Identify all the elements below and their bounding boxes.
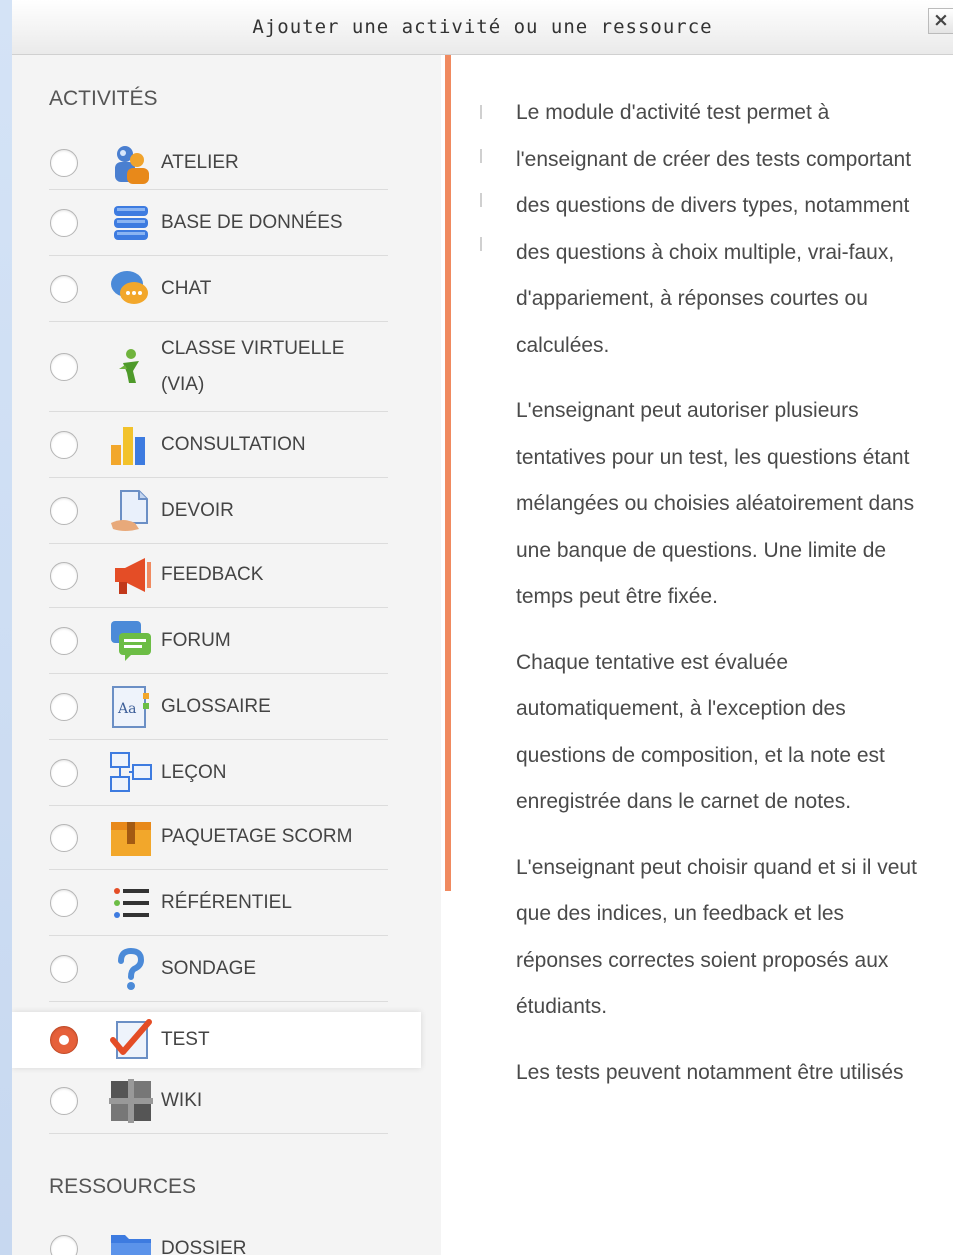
- add-activity-dialog: Ajouter une activité ou une ressource × …: [12, 0, 953, 1255]
- option-referentiel[interactable]: RÉFÉRENTIEL: [12, 870, 421, 936]
- activities-header: ACTIVITÉS: [49, 87, 158, 110]
- option-dossier[interactable]: DOSSIER: [12, 1219, 421, 1255]
- option-atelier[interactable]: ATELIER: [12, 137, 421, 190]
- option-feedback[interactable]: FEEDBACK: [12, 544, 421, 608]
- help-paragraph: L'enseignant peut autoriser plusieurs te…: [516, 399, 915, 608]
- radio-atelier[interactable]: [50, 149, 78, 177]
- help-paragraph: Le module d'activité test permet à l'ens…: [516, 101, 912, 357]
- help-panel: Le module d'activité test permet à l'ens…: [516, 90, 926, 1115]
- bar-chart-icon: [109, 423, 153, 467]
- option-forum[interactable]: FORUM: [12, 608, 421, 674]
- label-base-de-donnees: BASE DE DONNÉES: [161, 212, 343, 233]
- radio-base-de-donnees[interactable]: [50, 209, 78, 237]
- radio-feedback[interactable]: [50, 562, 78, 590]
- option-wiki[interactable]: WIKI: [12, 1068, 421, 1134]
- radio-forum[interactable]: [50, 627, 78, 655]
- label-test: TEST: [161, 1029, 210, 1050]
- question-icon: [109, 947, 153, 991]
- radio-referentiel[interactable]: [50, 889, 78, 917]
- workshop-icon: [109, 142, 153, 186]
- forum-icon: [109, 619, 153, 663]
- dialog-title: Ajouter une activité ou une ressource: [252, 16, 713, 38]
- label-chat: CHAT: [161, 278, 212, 299]
- resources-header: RESSOURCES: [49, 1175, 197, 1198]
- assignment-icon: [109, 489, 153, 533]
- radio-wiki[interactable]: [50, 1087, 78, 1115]
- option-test[interactable]: TEST: [12, 1012, 421, 1068]
- divider: [49, 1133, 388, 1134]
- virtual-class-icon: [109, 345, 153, 389]
- help-paragraph: Chaque tentative est évaluée automatique…: [516, 650, 885, 814]
- option-chat[interactable]: CHAT: [12, 256, 421, 322]
- options-panel[interactable]: ACTIVITÉS ATELIER BASE DE DONNÉES CHAT C…: [12, 55, 441, 1255]
- megaphone-icon: [109, 554, 153, 598]
- decorative-marks: [480, 105, 484, 281]
- radio-sondage[interactable]: [50, 955, 78, 983]
- radio-glossaire[interactable]: [50, 693, 78, 721]
- option-base-de-donnees[interactable]: BASE DE DONNÉES: [12, 190, 421, 256]
- option-sondage[interactable]: SONDAGE: [12, 936, 421, 1002]
- radio-devoir[interactable]: [50, 497, 78, 525]
- list-icon: [109, 881, 153, 925]
- label-lecon: LEÇON: [161, 762, 227, 783]
- label-feedback: FEEDBACK: [161, 564, 264, 585]
- radio-chat[interactable]: [50, 275, 78, 303]
- glossary-icon: Aa: [109, 685, 153, 729]
- label-referentiel: RÉFÉRENTIEL: [161, 892, 292, 913]
- radio-paquetage-scorm[interactable]: [50, 824, 78, 852]
- wiki-icon: [109, 1079, 153, 1123]
- option-classe-virtuelle[interactable]: CLASSE VIRTUELLE (VIA): [12, 322, 421, 412]
- svg-text:Aa: Aa: [117, 701, 136, 717]
- option-devoir[interactable]: DEVOIR: [12, 478, 421, 544]
- dialog-titlebar: Ajouter une activité ou une ressource ×: [12, 0, 953, 55]
- option-lecon[interactable]: LEÇON: [12, 740, 421, 806]
- label-glossaire: GLOSSAIRE: [161, 696, 271, 717]
- package-icon: [109, 816, 153, 860]
- label-dossier: DOSSIER: [161, 1238, 247, 1255]
- label-sondage: SONDAGE: [161, 958, 257, 979]
- checkmark-icon: [109, 1018, 153, 1062]
- option-glossaire[interactable]: Aa GLOSSAIRE: [12, 674, 421, 740]
- database-icon: [109, 201, 153, 245]
- divider: [49, 1001, 388, 1002]
- radio-dossier[interactable]: [50, 1235, 78, 1255]
- lesson-icon: [109, 751, 153, 795]
- label-devoir: DEVOIR: [161, 500, 234, 521]
- chat-icon: [109, 267, 153, 311]
- label-atelier: ATELIER: [161, 152, 239, 173]
- help-paragraph: L'enseignant peut choisir quand et si il…: [516, 855, 917, 1019]
- label-consultation: CONSULTATION: [161, 434, 306, 455]
- label-paquetage-scorm: PAQUETAGE SCORM: [161, 826, 353, 847]
- option-consultation[interactable]: CONSULTATION: [12, 412, 421, 478]
- label-forum: FORUM: [161, 630, 231, 651]
- label-classe-virtuelle: CLASSE VIRTUELLE (VIA): [161, 338, 345, 395]
- option-paquetage-scorm[interactable]: PAQUETAGE SCORM: [12, 806, 421, 870]
- label-wiki: WIKI: [161, 1090, 203, 1111]
- radio-classe-virtuelle[interactable]: [50, 353, 78, 381]
- options-scrollbar-thumb[interactable]: [445, 55, 451, 891]
- help-paragraph: Les tests peuvent notamment être utilisé…: [516, 1060, 904, 1084]
- folder-icon: [109, 1227, 153, 1255]
- radio-test[interactable]: [50, 1026, 78, 1054]
- radio-lecon[interactable]: [50, 759, 78, 787]
- close-button[interactable]: ×: [928, 8, 953, 34]
- radio-consultation[interactable]: [50, 431, 78, 459]
